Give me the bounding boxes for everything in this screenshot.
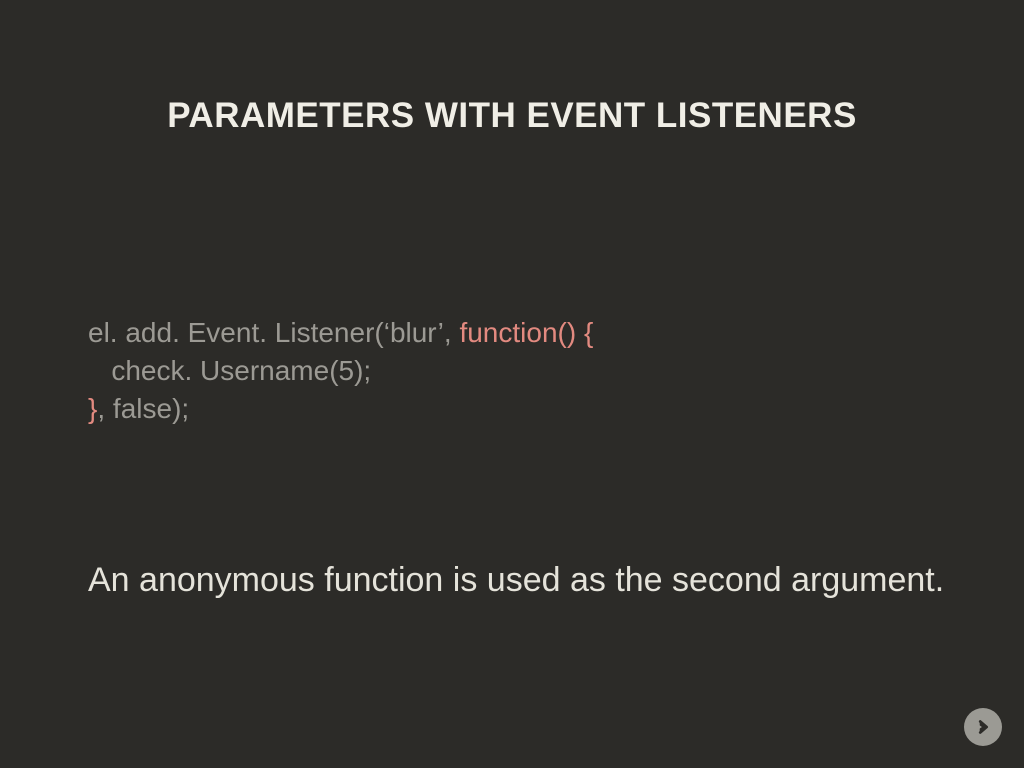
code-highlight: function() { — [459, 317, 593, 348]
code-text: el. add. Event. Listener(‘blur’, — [88, 317, 459, 348]
slide-title: PARAMETERS WITH EVENT LISTENERS — [0, 96, 1024, 136]
code-text: , false); — [97, 393, 189, 424]
code-line-3: }, false); — [88, 390, 593, 428]
next-button[interactable] — [964, 708, 1002, 746]
code-line-2: check. Username(5); — [88, 352, 593, 390]
arrow-right-icon — [972, 716, 994, 738]
caption-text: An anonymous function is used as the sec… — [88, 558, 964, 602]
code-line-1: el. add. Event. Listener(‘blur’, functio… — [88, 314, 593, 352]
slide: PARAMETERS WITH EVENT LISTENERS el. add.… — [0, 0, 1024, 768]
code-highlight: } — [88, 393, 97, 424]
code-block: el. add. Event. Listener(‘blur’, functio… — [88, 314, 593, 427]
